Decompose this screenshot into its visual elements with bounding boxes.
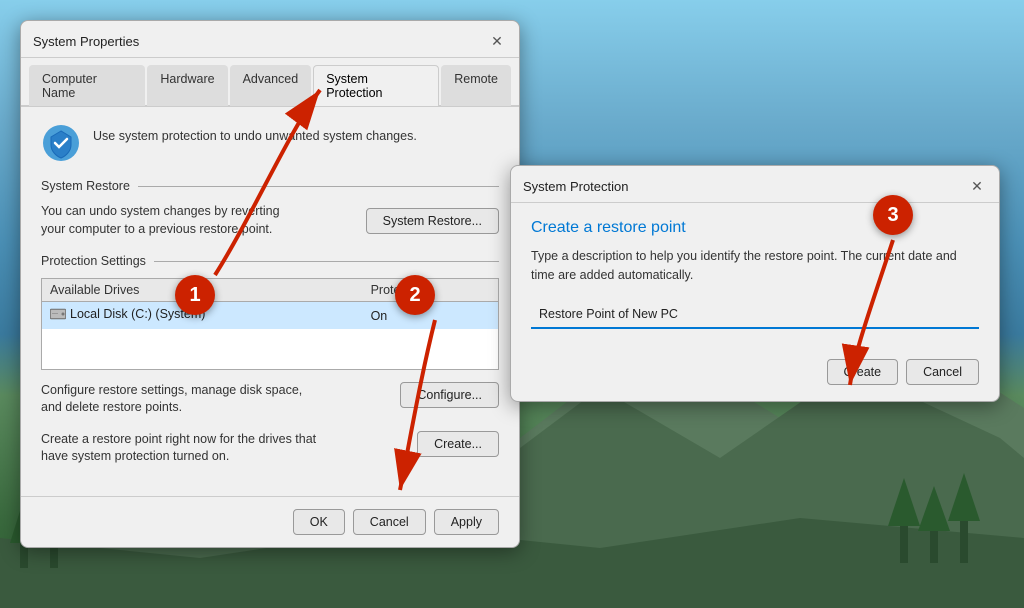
- step-2-circle: 2: [395, 275, 435, 315]
- restore-cancel-button[interactable]: Cancel: [906, 359, 979, 385]
- drive-icon: [50, 307, 66, 321]
- create-restore-footer: Create Cancel: [511, 349, 999, 401]
- tab-computer-name[interactable]: Computer Name: [29, 65, 145, 106]
- ok-button[interactable]: OK: [293, 509, 345, 535]
- system-props-tabs: Computer Name Hardware Advanced System P…: [21, 58, 519, 107]
- step-1-circle: 1: [175, 275, 215, 315]
- shield-icon: [41, 123, 81, 163]
- step-3-circle: 3: [873, 195, 913, 235]
- system-restore-area: You can undo system changes by reverting…: [41, 203, 499, 238]
- system-props-footer: OK Cancel Apply: [21, 496, 519, 547]
- create-restore-titlebar: System Protection ✕: [511, 166, 999, 203]
- configure-row: Configure restore settings, manage disk …: [41, 382, 499, 417]
- tab-system-protection[interactable]: System Protection: [313, 65, 439, 106]
- create-button[interactable]: Create...: [417, 431, 499, 457]
- configure-text: Configure restore settings, manage disk …: [41, 382, 321, 417]
- system-restore-text: You can undo system changes by reverting…: [41, 203, 301, 238]
- create-restore-title: System Protection: [523, 179, 629, 194]
- info-row: Use system protection to undo unwanted s…: [41, 123, 499, 163]
- create-restore-dialog: System Protection ✕ Create a restore poi…: [510, 165, 1000, 402]
- system-restore-button[interactable]: System Restore...: [366, 208, 499, 234]
- create-text: Create a restore point right now for the…: [41, 431, 321, 466]
- configure-button[interactable]: Configure...: [400, 382, 499, 408]
- system-props-content: Use system protection to undo unwanted s…: [21, 107, 519, 496]
- system-props-title: System Properties: [33, 34, 139, 49]
- tab-hardware[interactable]: Hardware: [147, 65, 227, 106]
- restore-create-button[interactable]: Create: [827, 359, 899, 385]
- info-text: Use system protection to undo unwanted s…: [93, 123, 417, 143]
- cancel-button[interactable]: Cancel: [353, 509, 426, 535]
- tab-remote[interactable]: Remote: [441, 65, 511, 106]
- protection-settings-header: Protection Settings: [41, 254, 499, 268]
- tab-advanced[interactable]: Advanced: [230, 65, 312, 106]
- system-props-titlebar: System Properties ✕: [21, 21, 519, 58]
- create-restore-close-button[interactable]: ✕: [967, 176, 987, 196]
- system-properties-dialog: System Properties ✕ Computer Name Hardwa…: [20, 20, 520, 548]
- create-restore-content: Create a restore point Type a descriptio…: [511, 203, 999, 349]
- system-props-close-button[interactable]: ✕: [487, 31, 507, 51]
- create-row: Create a restore point right now for the…: [41, 431, 499, 466]
- create-restore-description: Type a description to help you identify …: [531, 247, 979, 285]
- system-restore-header: System Restore: [41, 179, 499, 193]
- apply-button[interactable]: Apply: [434, 509, 499, 535]
- restore-point-input[interactable]: [531, 301, 979, 329]
